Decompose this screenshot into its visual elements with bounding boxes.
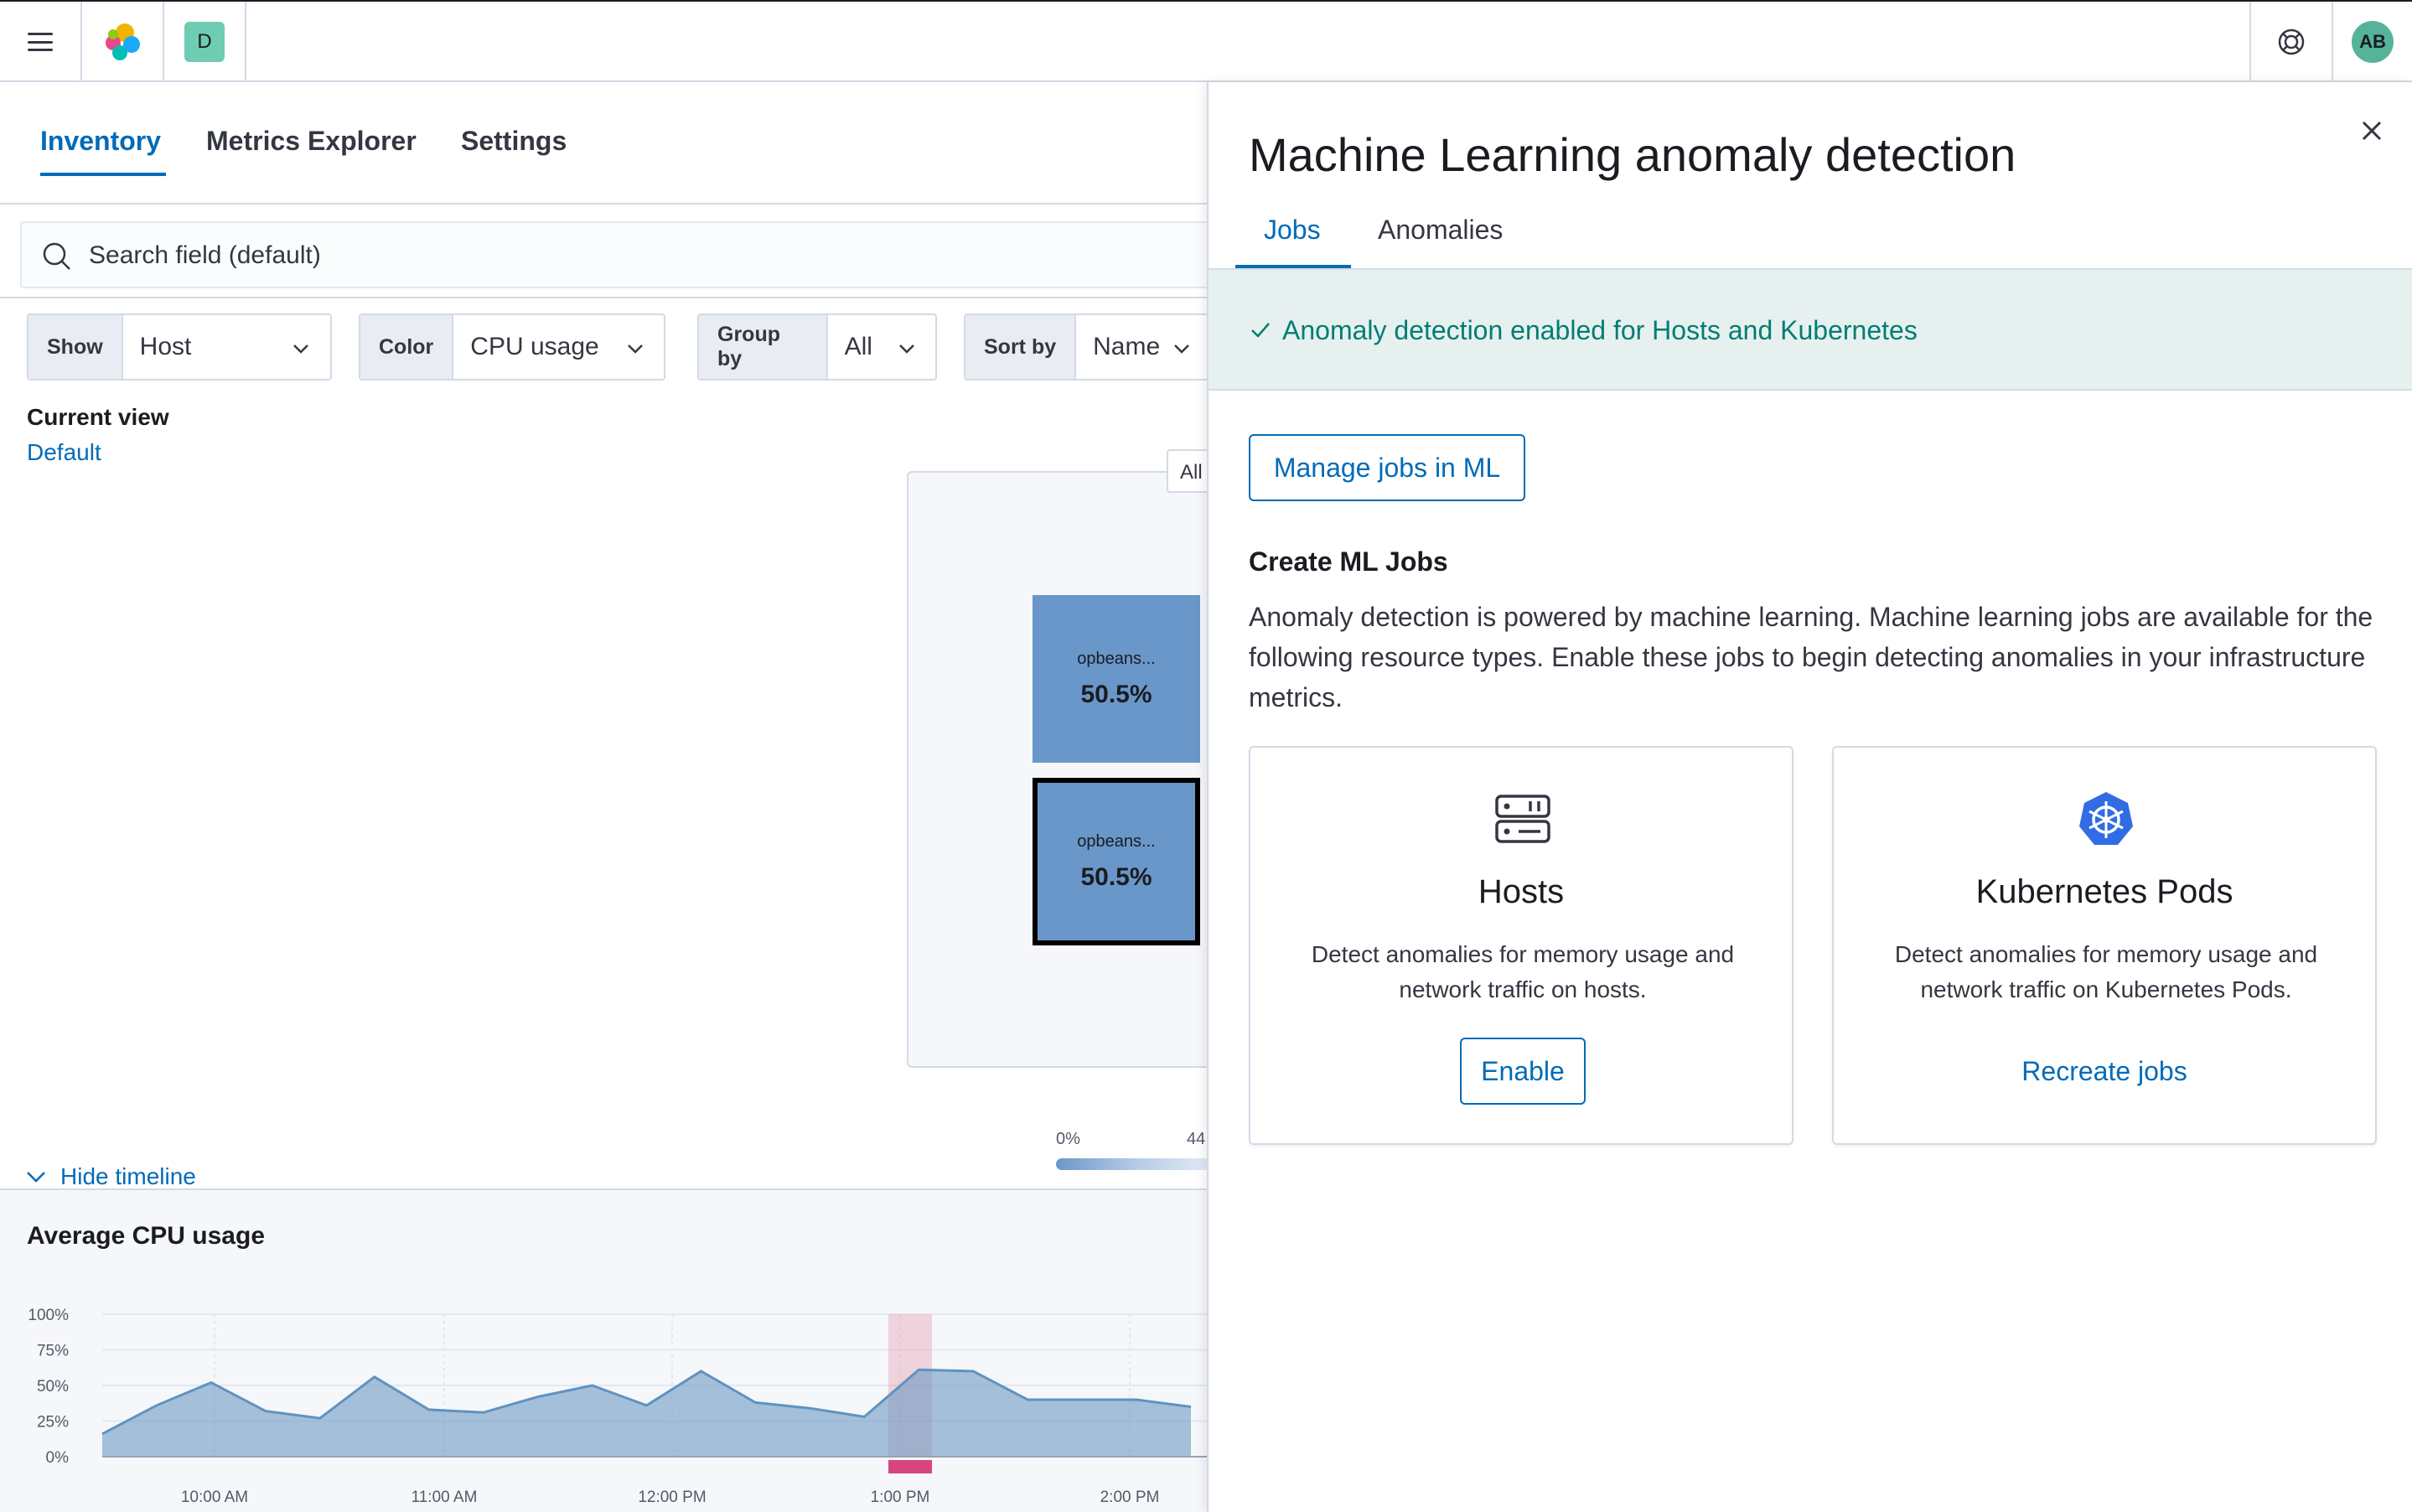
help-icon [2278, 28, 2305, 55]
search-placeholder: Search field (default) [89, 241, 321, 269]
x-tick-label: 12:00 PM [638, 1489, 706, 1506]
show-select[interactable]: Host [123, 315, 329, 379]
legend-max-label: 44 [1187, 1130, 1206, 1148]
group-by-select[interactable]: All [828, 315, 935, 379]
divider [245, 2, 246, 82]
x-tick-label: 10:00 AM [181, 1489, 248, 1506]
card-title: Kubernetes Pods [1975, 873, 2233, 910]
flyout-title: Machine Learning anomaly detection [1249, 128, 2016, 181]
legend-gradient [1056, 1158, 1207, 1170]
y-tick-label: 100% [28, 1307, 69, 1324]
y-tick-label: 50% [37, 1378, 69, 1395]
sort-by-value: Name [1093, 333, 1161, 360]
current-view-label: Current view [27, 404, 169, 430]
color-select[interactable]: CPU usage [453, 315, 664, 379]
success-callout: Anomaly detection enabled for Hosts and … [1209, 270, 2412, 391]
show-label: Show [28, 315, 123, 379]
enable-button[interactable]: Enable [1460, 1038, 1586, 1105]
map-group-all-button[interactable]: All [1167, 449, 1207, 493]
close-icon[interactable] [2358, 117, 2385, 144]
chevron-down-icon [899, 344, 914, 354]
sort-by-select[interactable]: Name [1076, 315, 1207, 379]
active-tab-indicator [40, 173, 166, 176]
x-tick-label: 11:00 AM [411, 1489, 478, 1506]
hide-timeline-button[interactable]: Hide timeline [25, 1163, 196, 1190]
help-button[interactable] [2251, 2, 2332, 82]
kubernetes-icon [2079, 792, 2133, 845]
chevron-down-icon [628, 344, 643, 354]
create-jobs-title: Create ML Jobs [1249, 546, 1448, 577]
group-by-value: All [844, 333, 872, 360]
cpu-area [102, 1370, 1191, 1457]
map-node-selected[interactable]: opbeans... 50.5% [1033, 778, 1200, 945]
elastic-logo[interactable] [82, 2, 163, 82]
color-control[interactable]: Color CPU usage [359, 313, 665, 381]
current-view-link[interactable]: Default [27, 439, 101, 466]
chevron-down-icon [292, 344, 308, 354]
anomaly-marker[interactable] [888, 1460, 932, 1473]
timeline-title: Average CPU usage [27, 1222, 266, 1250]
color-value: CPU usage [470, 333, 599, 360]
check-icon [1251, 323, 1270, 338]
x-tick-label: 1:00 PM [871, 1489, 930, 1506]
user-avatar: AB [2352, 21, 2394, 63]
tab-jobs[interactable]: Jobs [1264, 215, 1321, 246]
sort-by-control[interactable]: Sort by Name [964, 313, 1207, 381]
tab-inventory[interactable]: Inventory [40, 126, 161, 157]
user-menu[interactable]: AB [2333, 2, 2412, 82]
space-selector[interactable]: D [164, 2, 245, 82]
search-input[interactable]: Search field (default) [20, 221, 1207, 288]
create-jobs-description: Anomaly detection is powered by machine … [1249, 602, 2373, 712]
hide-timeline-label: Hide timeline [60, 1163, 196, 1189]
waffle-map [907, 471, 1207, 1068]
recreate-jobs-button[interactable]: Recreate jobs [1834, 1038, 2375, 1105]
ml-flyout: Machine Learning anomaly detection Jobs … [1207, 82, 2412, 1512]
legend-min-label: 0% [1056, 1130, 1080, 1148]
timeline-panel: Average CPU usage 100% 75% 50% 25% 0% 10:00 A… [0, 1188, 1207, 1512]
hamburger-icon [28, 33, 53, 51]
group-by-control[interactable]: Group by All [697, 313, 937, 381]
hosts-card: Hosts Detect anomalies for memory usage … [1249, 746, 1793, 1145]
node-value: 50.5% [1080, 862, 1152, 891]
sort-by-label: Sort by [965, 315, 1077, 379]
node-value: 50.5% [1080, 680, 1152, 708]
x-tick-label: 2:00 PM [1100, 1489, 1160, 1506]
show-value: Host [139, 333, 192, 360]
chevron-down-icon [1174, 344, 1190, 354]
color-label: Color [360, 315, 454, 379]
y-tick-label: 25% [37, 1414, 69, 1432]
tab-settings[interactable]: Settings [461, 126, 567, 157]
card-description: Detect anomalies for memory usage and ne… [1894, 941, 2318, 1002]
node-name: opbeans... [1077, 831, 1156, 851]
app-tabs: Inventory Metrics Explorer Settings [0, 82, 1207, 205]
chevron-down-icon [27, 1172, 45, 1183]
kubernetes-card: Kubernetes Pods Detect anomalies for mem… [1832, 746, 2377, 1145]
tab-anomalies[interactable]: Anomalies [1378, 215, 1503, 246]
top-bar: D AB [0, 0, 2412, 82]
card-description: Detect anomalies for memory usage and ne… [1311, 941, 1735, 1002]
space-avatar: D [184, 22, 225, 62]
search-icon [43, 242, 70, 270]
cpu-usage-chart: 100% 75% 50% 25% 0% 10:00 AM 11:00 AM 12:00 PM 1… [28, 1307, 1207, 1506]
elastic-logo-icon [106, 23, 140, 60]
show-control[interactable]: Show Host [27, 313, 332, 381]
y-tick-label: 75% [37, 1343, 69, 1360]
tab-metrics-explorer[interactable]: Metrics Explorer [206, 126, 417, 157]
group-by-label: Group by [699, 315, 828, 379]
server-icon [1495, 795, 1550, 843]
inventory-app: Inventory Metrics Explorer Settings Sear… [0, 82, 1207, 1512]
search-row: Search field (default) [0, 205, 1207, 298]
node-name: opbeans... [1077, 649, 1156, 668]
map-node[interactable]: opbeans... 50.5% [1033, 595, 1200, 763]
card-title: Hosts [1478, 873, 1565, 910]
manage-jobs-button[interactable]: Manage jobs in ML [1249, 434, 1525, 501]
callout-message: Anomaly detection enabled for Hosts and … [1282, 315, 1918, 345]
menu-button[interactable] [0, 2, 80, 82]
y-tick-label: 0% [46, 1449, 70, 1467]
